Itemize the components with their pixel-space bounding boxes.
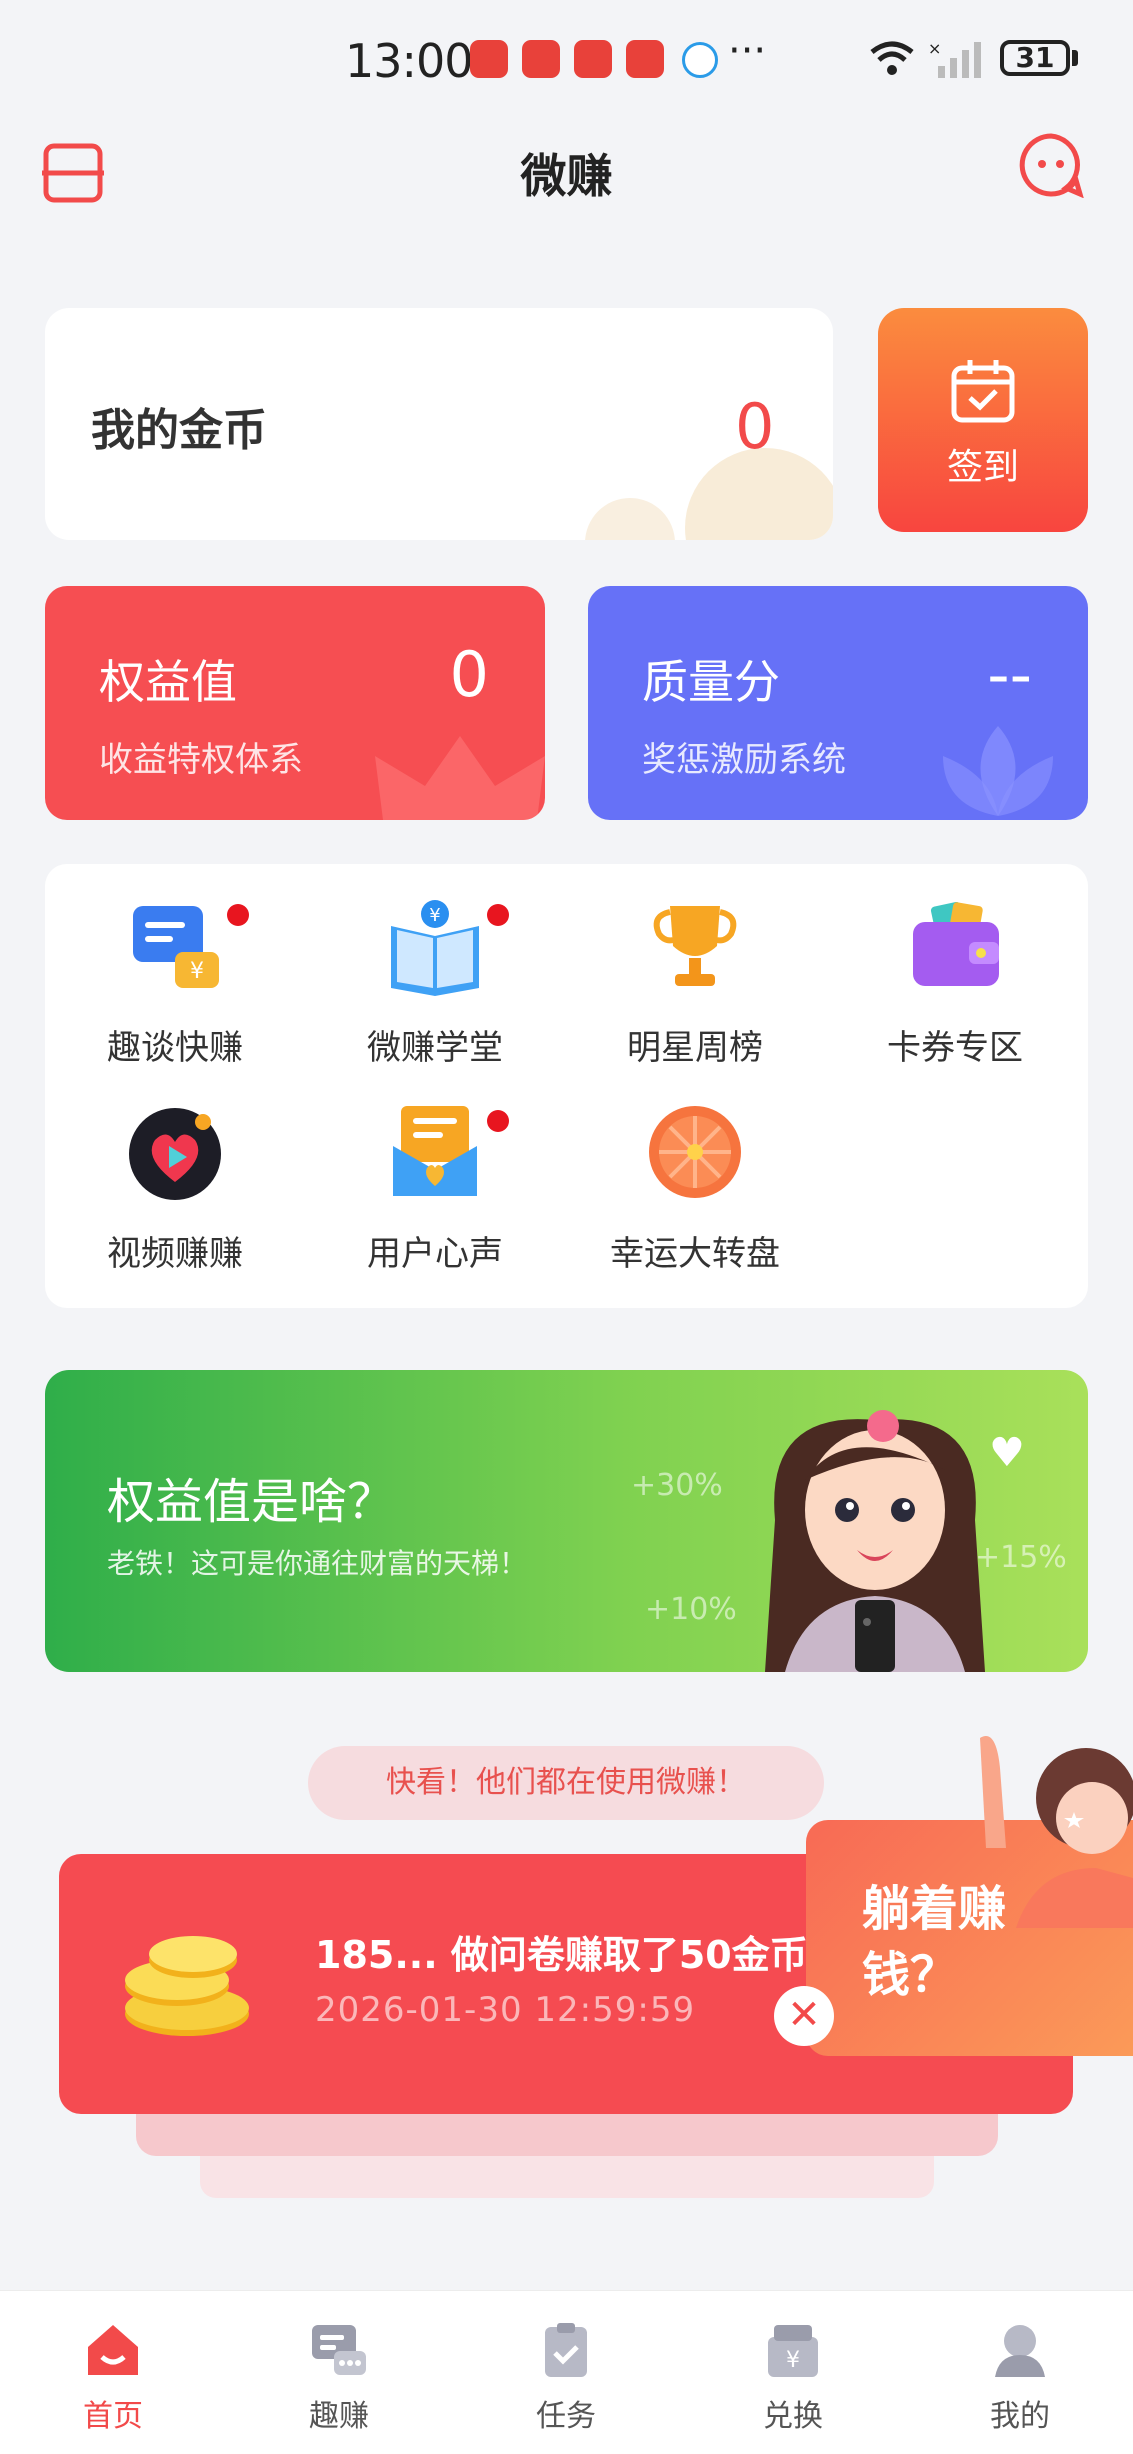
wallet-icon xyxy=(913,901,999,986)
profile-icon xyxy=(995,2325,1045,2377)
message-icon[interactable] xyxy=(1018,132,1084,198)
quality-value: -- xyxy=(987,638,1032,711)
checkin-label: 签到 xyxy=(946,447,1019,488)
quality-title: 质量分 xyxy=(642,655,780,709)
waving-character-illustration xyxy=(980,1736,1133,1928)
activity-text: 185... 做问卷赚取了50金币 xyxy=(315,1933,808,1977)
grid-item-label: 明星周榜 xyxy=(627,1028,763,1068)
badge-dot xyxy=(487,904,509,926)
banner-percent: +10% xyxy=(645,1592,737,1627)
grid-item-user-voice[interactable]: 用户心声 xyxy=(305,1070,565,1274)
tab-home[interactable]: 首页 xyxy=(0,2291,226,2454)
feature-grid: ¥ 趣谈快赚 ¥ 微赚学堂 明星周榜 卡券专区 视频赚赚 用户心声 幸运大转盘 xyxy=(45,864,1088,1308)
grid-item-label: 幸运大转盘 xyxy=(610,1234,780,1274)
grid-item-label: 卡券专区 xyxy=(887,1028,1023,1068)
grid-item-label: 趣谈快赚 xyxy=(107,1028,243,1068)
chat-coin-icon: ¥ xyxy=(133,906,219,988)
grid-item-lucky-wheel[interactable]: 幸运大转盘 xyxy=(565,1070,825,1274)
grid-item-star-ranking[interactable]: 明星周榜 xyxy=(565,864,825,1068)
rights-value: 0 xyxy=(449,638,489,711)
grid-item-chat-earn[interactable]: ¥ 趣谈快赚 xyxy=(45,864,305,1068)
crown-icon xyxy=(375,736,545,820)
browser-notification-icon xyxy=(682,42,718,78)
rights-value-card[interactable]: 权益值 收益特权体系 0 xyxy=(45,586,545,820)
page-title: 微赚 xyxy=(520,149,613,203)
my-coins-card[interactable]: 我的金币 0 xyxy=(45,308,833,540)
huawei-notification-icon xyxy=(574,40,612,78)
grid-item-label: 视频赚赚 xyxy=(107,1234,243,1274)
more-notifications-icon: ··· xyxy=(728,28,767,74)
cartoon-girl-illustration xyxy=(765,1410,985,1672)
huawei-notification-icon xyxy=(470,40,508,78)
card-stack-shadow xyxy=(200,2150,934,2198)
banner-percent: +30% xyxy=(631,1468,723,1503)
lotus-icon xyxy=(943,726,1053,816)
tab-label: 任务 xyxy=(536,2399,596,2434)
tab-exchange[interactable]: ¥ 兑换 xyxy=(680,2291,906,2454)
wheel-icon xyxy=(649,1106,741,1198)
calendar-check-icon xyxy=(951,360,1015,423)
mailbox-icon xyxy=(393,1106,477,1196)
tab-label: 首页 xyxy=(83,2399,143,2434)
grid-item-label: 用户心声 xyxy=(367,1234,503,1274)
status-time: 13:00 xyxy=(345,34,474,88)
coins-label: 我的金币 xyxy=(91,405,267,456)
coins-value: 0 xyxy=(735,390,775,463)
svg-text:¥: ¥ xyxy=(429,905,440,926)
activity-timestamp: 2026-01-30 12:59:59 xyxy=(315,1990,696,2030)
tab-tasks[interactable]: 任务 xyxy=(453,2291,679,2454)
quality-subtitle: 奖惩激励系统 xyxy=(642,740,846,780)
rights-title: 权益值 xyxy=(99,655,237,709)
home-icon xyxy=(88,2325,138,2375)
close-promo-button[interactable]: ✕ xyxy=(774,1986,834,2046)
huawei-notification-icon xyxy=(626,40,664,78)
badge-dot xyxy=(227,904,249,926)
battery-tip xyxy=(1072,50,1078,66)
battery-indicator: 31 xyxy=(1000,40,1070,76)
tab-fun-earn[interactable]: 趣赚 xyxy=(226,2291,452,2454)
trophy-icon xyxy=(653,906,737,986)
svg-text:×: × xyxy=(928,40,941,58)
grid-item-label: 微赚学堂 xyxy=(367,1028,503,1068)
quality-score-card[interactable]: 质量分 奖惩激励系统 -- xyxy=(588,586,1088,820)
signal-icon: × xyxy=(928,40,981,78)
tab-profile[interactable]: 我的 xyxy=(907,2291,1133,2454)
task-icon xyxy=(545,2323,587,2377)
coin-decoration xyxy=(585,498,675,540)
svg-text:¥: ¥ xyxy=(190,959,204,984)
tab-label: 我的 xyxy=(990,2399,1050,2434)
banner-subtitle: 老铁！这可是你通往财富的天梯！ xyxy=(107,1547,528,1580)
checkin-button[interactable]: 签到 xyxy=(878,308,1088,532)
coin-stack-icon xyxy=(125,1936,249,2036)
badge-dot xyxy=(487,1110,509,1132)
banner-title: 权益值是啥？ xyxy=(107,1474,396,1530)
rights-explainer-banner[interactable]: 权益值是啥？ 老铁！这可是你通往财富的天梯！ +30% +15% +10% ♥ xyxy=(45,1370,1088,1672)
bottom-tab-bar: 首页 趣赚 任务 ¥ 兑换 我的 xyxy=(0,2290,1133,2454)
rights-subtitle: 收益特权体系 xyxy=(99,740,303,780)
tab-label: 趣赚 xyxy=(309,2399,369,2434)
exchange-icon: ¥ xyxy=(768,2325,818,2377)
video-icon xyxy=(129,1108,221,1200)
activity-pill: 快看！他们都在使用微赚！ xyxy=(308,1746,824,1820)
grid-item-video-earn[interactable]: 视频赚赚 xyxy=(45,1070,305,1274)
tab-label: 兑换 xyxy=(763,2399,823,2434)
video-app-notification-icon xyxy=(522,40,560,78)
wifi-icon xyxy=(870,41,914,75)
book-icon: ¥ xyxy=(391,900,479,996)
chat-icon xyxy=(312,2325,366,2375)
svg-text:¥: ¥ xyxy=(786,2348,800,2373)
grid-item-coupons[interactable]: 卡券专区 xyxy=(825,864,1085,1068)
grid-item-academy[interactable]: ¥ 微赚学堂 xyxy=(305,864,565,1068)
